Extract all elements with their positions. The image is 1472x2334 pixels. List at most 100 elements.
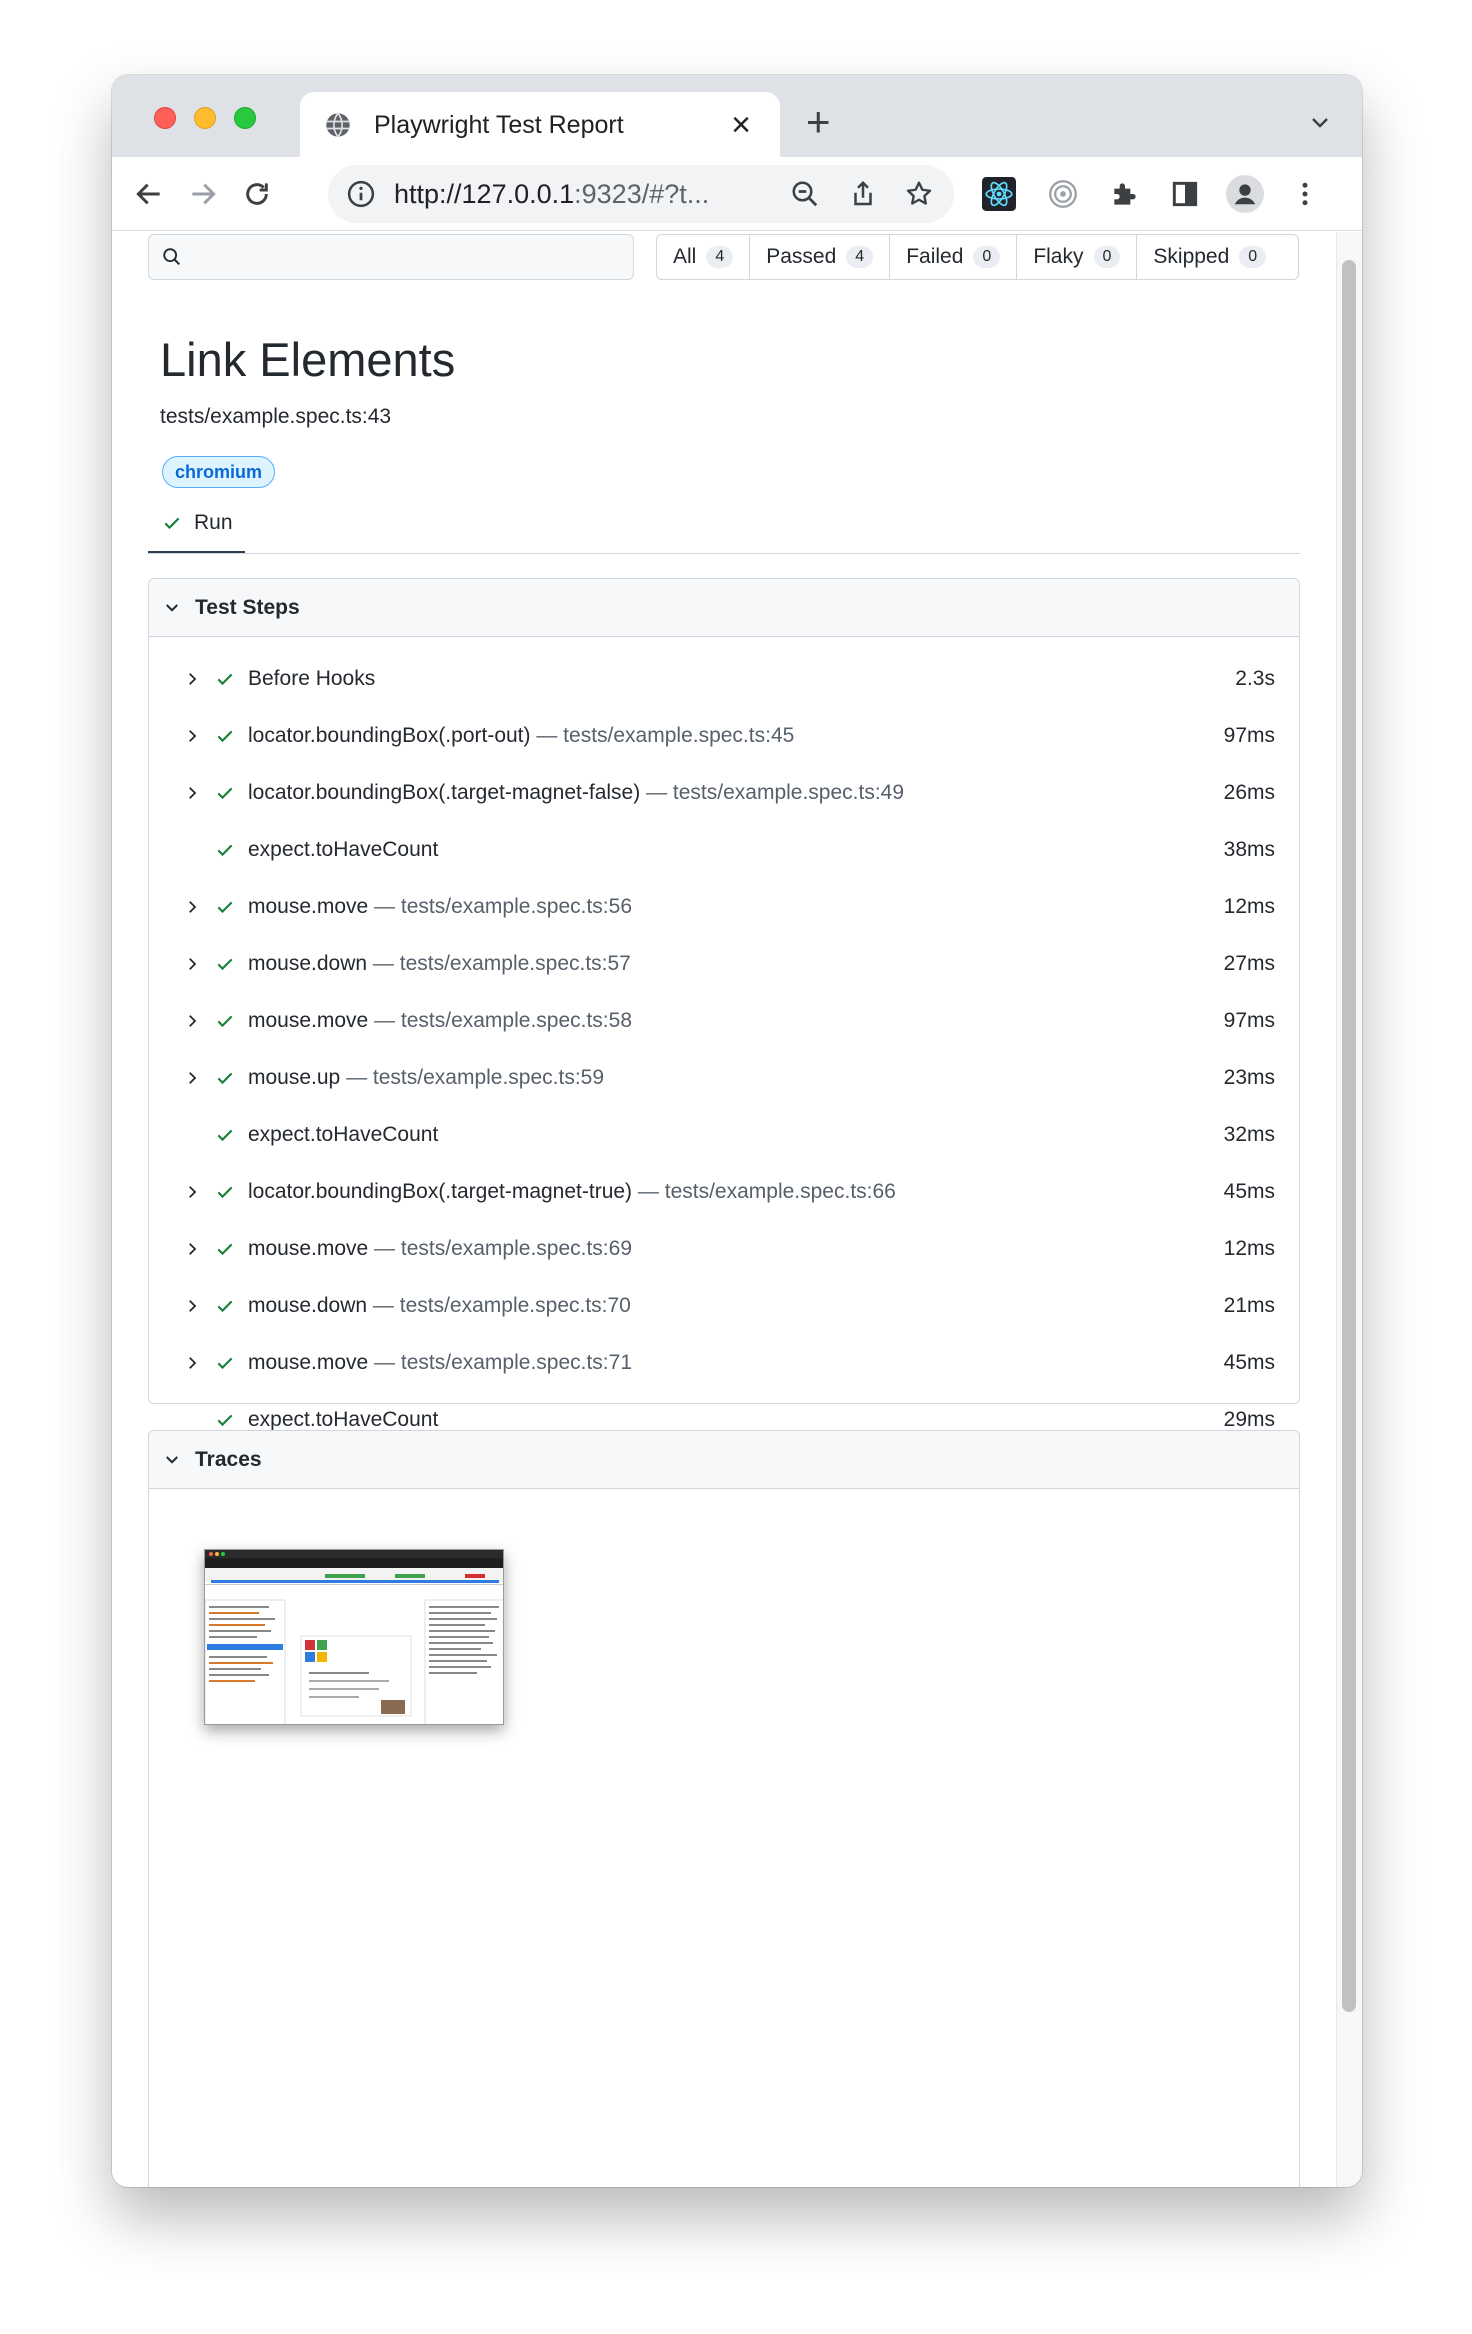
traces-header[interactable]: Traces: [149, 1431, 1299, 1489]
test-steps-header[interactable]: Test Steps: [149, 579, 1299, 637]
side-panel-icon: [1172, 181, 1198, 207]
chevron-right-icon[interactable]: [183, 1240, 201, 1258]
step-duration: 2.3s: [1235, 666, 1275, 690]
step-name: locator.boundingBox(.port-out): [248, 723, 531, 747]
puzzle-icon: [1114, 183, 1136, 205]
reload-button[interactable]: [238, 175, 276, 213]
profile-button[interactable]: [1226, 175, 1264, 213]
step-row[interactable]: mouse.down — tests/example.spec.ts:70 21m…: [149, 1277, 1299, 1334]
step-row[interactable]: mouse.move — tests/example.spec.ts:71 45m…: [149, 1334, 1299, 1391]
step-title: mouse.up — tests/example.spec.ts:59: [248, 1066, 604, 1090]
chevron-right-icon[interactable]: [183, 784, 201, 802]
step-row[interactable]: locator.boundingBox(.target-magnet-true)…: [149, 1163, 1299, 1220]
filter-failed[interactable]: Failed 0: [890, 235, 1018, 279]
step-row[interactable]: mouse.move — tests/example.spec.ts:56 12m…: [149, 878, 1299, 935]
scrollbar-thumb[interactable]: [1342, 260, 1356, 2012]
chevron-right-icon[interactable]: [183, 670, 201, 688]
zoom-button[interactable]: [788, 177, 822, 211]
step-title: locator.boundingBox(.target-magnet-true)…: [248, 1180, 896, 1204]
section-title: Test Steps: [195, 595, 300, 619]
chevron-right-icon[interactable]: [183, 898, 201, 916]
check-icon: [217, 730, 233, 742]
chevron-right-icon[interactable]: [183, 1069, 201, 1087]
filter-passed[interactable]: Passed 4: [750, 235, 891, 279]
step-duration: 97ms: [1223, 723, 1275, 747]
zoom-out-icon: [792, 181, 818, 207]
step-name: mouse.move: [248, 1236, 369, 1260]
step-duration: 32ms: [1223, 1122, 1275, 1146]
report-page: All 4 Passed 4 Failed 0 Flaky 0 Skipped 0 Lin…: [112, 232, 1362, 2187]
step-name: Before Hooks: [248, 666, 376, 690]
step-location: — tests/example.spec.ts:56: [368, 894, 633, 918]
chevron-right-icon[interactable]: [183, 727, 201, 745]
share-icon: [854, 180, 872, 206]
step-location: — tests/example.spec.ts:70: [367, 1293, 631, 1317]
page-scrollbar[interactable]: [1336, 232, 1362, 2187]
step-row[interactable]: mouse.move — tests/example.spec.ts:58 97m…: [149, 992, 1299, 1049]
extensions-button[interactable]: [1106, 175, 1144, 213]
filter-all[interactable]: All 4: [657, 235, 751, 279]
step-row[interactable]: mouse.down — tests/example.spec.ts:57 27m…: [149, 935, 1299, 992]
step-location: — tests/example.spec.ts:71: [368, 1350, 633, 1374]
check-icon: [217, 1243, 233, 1255]
minimize-window-button[interactable]: [194, 107, 216, 129]
url-text: http://127.0.0.1:9323/#?t...: [394, 179, 709, 210]
browser-tab[interactable]: Playwright Test Report ×: [300, 92, 780, 158]
forward-button[interactable]: [184, 175, 222, 213]
chevron-right-icon[interactable]: [183, 1354, 201, 1372]
arrow-right-icon: [192, 183, 216, 205]
new-tab-button[interactable]: +: [806, 101, 831, 143]
filter-flaky[interactable]: Flaky 0: [1017, 235, 1138, 279]
tab-close-button[interactable]: ×: [726, 108, 756, 142]
step-row[interactable]: locator.boundingBox(.port-out) — tests/e…: [149, 707, 1299, 764]
step-name: locator.boundingBox(.target-magnet-true): [248, 1179, 633, 1203]
step-duration: 23ms: [1223, 1065, 1275, 1089]
url-path: :9323/#?t...: [574, 178, 710, 209]
section-title: Traces: [195, 1447, 262, 1471]
project-badge[interactable]: chromium: [162, 456, 276, 488]
chevron-down-icon[interactable]: [1308, 111, 1332, 135]
share-button[interactable]: [846, 177, 880, 211]
filter-label: Skipped: [1153, 245, 1230, 268]
filter-skipped[interactable]: Skipped 0: [1137, 235, 1282, 279]
browser-menu-button[interactable]: [1286, 175, 1324, 213]
side-panel-button[interactable]: [1166, 175, 1204, 213]
step-duration: 45ms: [1223, 1350, 1275, 1374]
step-title: locator.boundingBox(.port-out) — tests/e…: [248, 724, 794, 748]
filter-count: 0: [1239, 246, 1267, 268]
browser-window: Playwright Test Report × + http://127.0.…: [112, 75, 1362, 2187]
filter-count: 4: [846, 246, 874, 268]
chevron-right-icon[interactable]: [183, 1183, 201, 1201]
record-icon: [1049, 180, 1077, 208]
step-row[interactable]: Before Hooks 2.3s: [149, 650, 1299, 707]
close-window-button[interactable]: [154, 107, 176, 129]
chevron-right-icon[interactable]: [183, 1012, 201, 1030]
step-duration: 12ms: [1223, 1236, 1275, 1260]
step-duration: 29ms: [1223, 1407, 1275, 1431]
back-button[interactable]: [130, 175, 168, 213]
kebab-menu-icon: [1302, 182, 1308, 206]
step-location: — tests/example.spec.ts:45: [530, 723, 795, 747]
step-row[interactable]: locator.boundingBox(.target-magnet-false…: [149, 764, 1299, 821]
maximize-window-button[interactable]: [234, 107, 256, 129]
chevron-down-icon: [166, 1455, 178, 1464]
arrow-left-icon: [136, 183, 160, 205]
info-icon[interactable]: [346, 179, 376, 209]
address-bar[interactable]: http://127.0.0.1:9323/#?t...: [328, 165, 954, 223]
tab-run[interactable]: Run: [148, 494, 245, 554]
trace-thumbnail[interactable]: [204, 1549, 504, 1725]
search-input[interactable]: [148, 234, 634, 280]
recorder-extension[interactable]: [1044, 175, 1082, 213]
step-name: mouse.up: [248, 1065, 341, 1089]
chevron-right-icon[interactable]: [183, 955, 201, 973]
chevron-down-icon: [166, 603, 178, 612]
tab-title: Playwright Test Report: [374, 110, 624, 139]
chevron-right-icon[interactable]: [183, 1297, 201, 1315]
url-host: http://127.0.0.1: [394, 178, 575, 209]
react-devtools-extension[interactable]: [980, 175, 1018, 213]
bookmark-button[interactable]: [902, 177, 936, 211]
step-row[interactable]: mouse.move — tests/example.spec.ts:69 12m…: [149, 1220, 1299, 1277]
step-row[interactable]: mouse.up — tests/example.spec.ts:59 23ms: [149, 1049, 1299, 1106]
step-row: expect.toHaveCount 38ms: [149, 821, 1299, 878]
step-name: mouse.down: [248, 951, 368, 975]
